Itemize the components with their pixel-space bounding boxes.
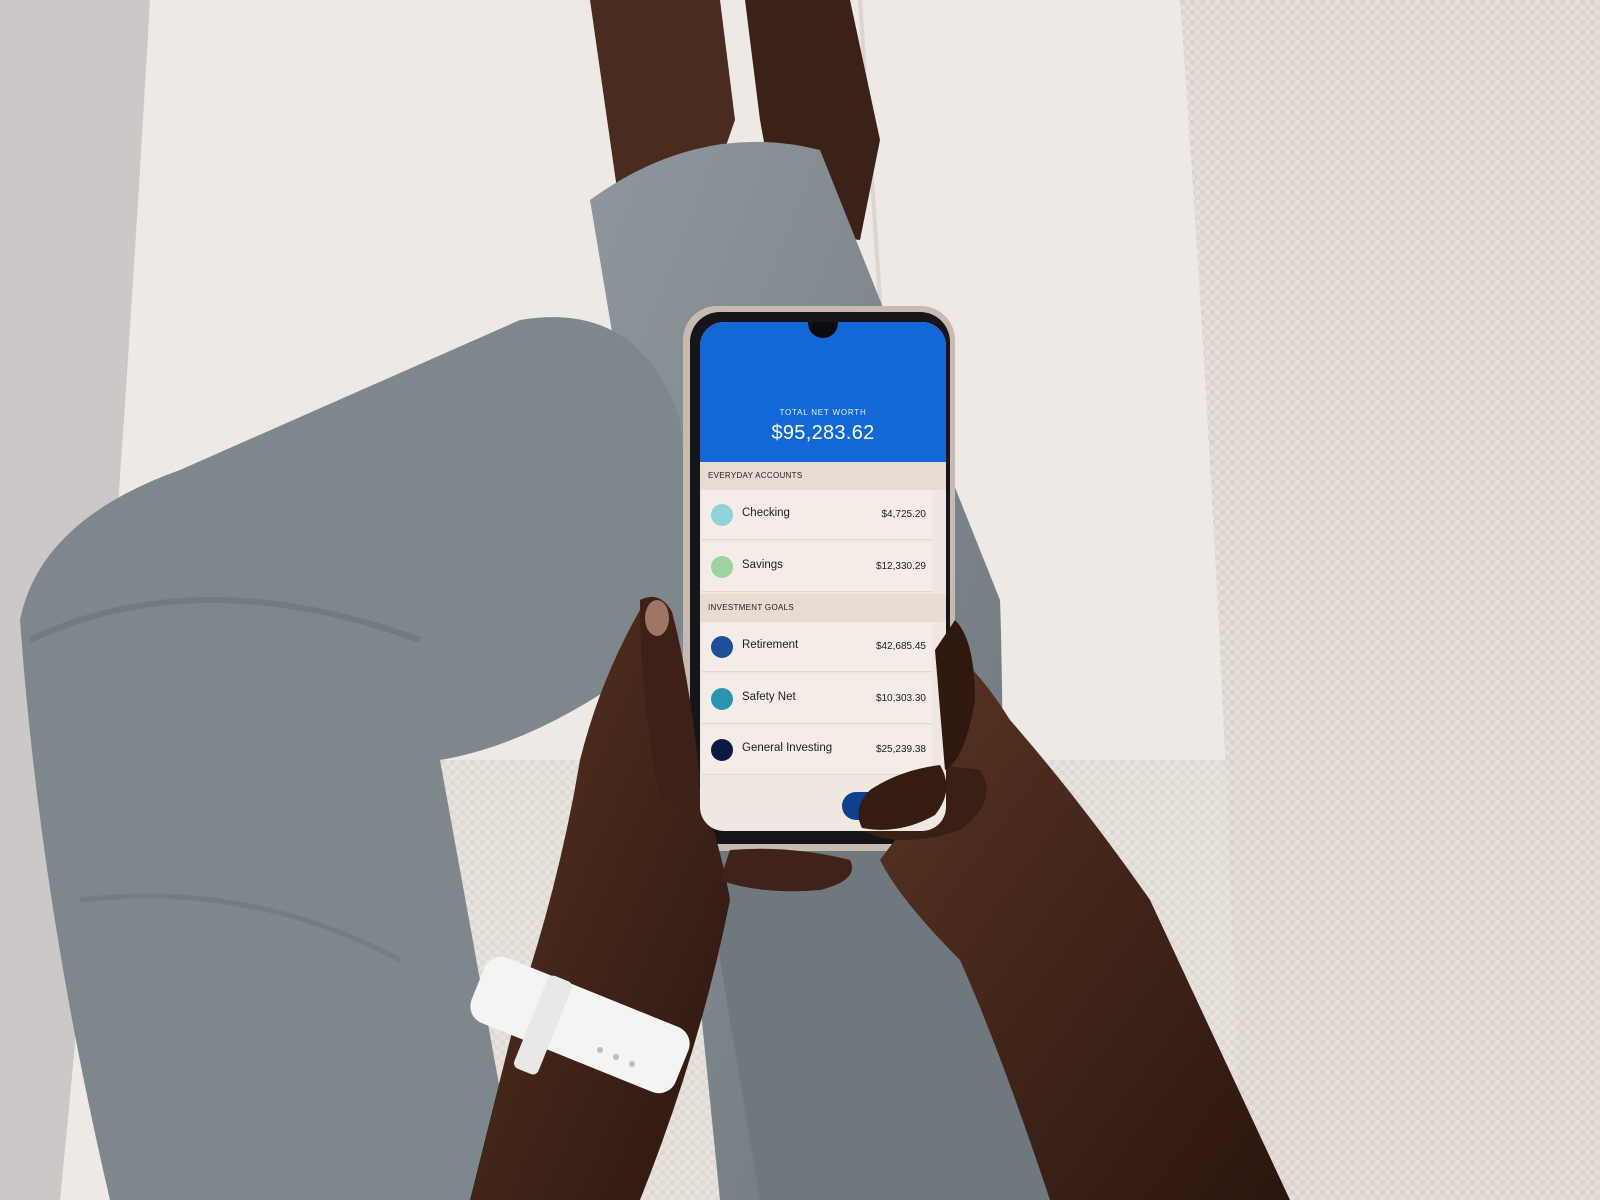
account-color-dot [711,636,733,658]
account-amount: $25,239.38 [875,744,926,755]
account-color-dot [711,688,733,710]
account-name: Savings [742,559,783,571]
net-worth-header: TOTAL NET WORTH $95,283.62 [700,322,946,462]
account-row-general-investing[interactable]: General Investing $25,239.38 [702,725,932,775]
net-worth-label: TOTAL NET WORTH [779,408,867,417]
phone-screen: TOTAL NET WORTH $95,283.62 EVERYDAY ACCO… [700,322,946,831]
account-color-dot [711,504,733,526]
account-amount: $10,303.30 [875,693,926,704]
account-color-dot [711,556,733,578]
account-row-retirement[interactable]: Retirement $42,685.45 [702,622,932,672]
account-row-checking[interactable]: Checking $4,725.20 [702,490,932,540]
net-worth-value: $95,283.62 [771,422,875,444]
account-amount: $4,725.20 [881,509,927,520]
account-name: Checking [742,507,790,519]
section-title-everyday-accounts: EVERYDAY ACCOUNTS [700,462,946,490]
section-title-investment-goals: INVESTMENT GOALS [700,594,946,622]
account-amount: $42,685.45 [875,641,926,652]
account-row-safety-net[interactable]: Safety Net $10,303.30 [702,674,932,724]
photo-scene: TOTAL NET WORTH $95,283.62 EVERYDAY ACCO… [0,0,1600,1200]
account-name: Retirement [742,639,799,651]
camera-notch [808,322,838,338]
account-name: Safety Net [742,691,796,703]
deposit-button[interactable]: Dep [842,792,932,820]
account-amount: $12,330.29 [875,561,926,572]
account-row-savings[interactable]: Savings $12,330.29 [702,542,932,592]
account-color-dot [711,739,733,761]
account-name: General Investing [742,742,833,754]
